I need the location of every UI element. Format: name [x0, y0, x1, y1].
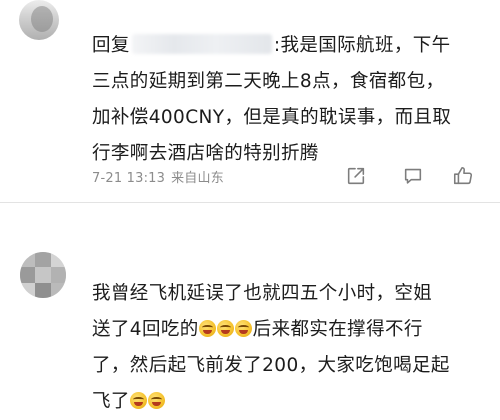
- avatar[interactable]: [20, 252, 66, 298]
- laughing-emoji-icon: [216, 320, 234, 337]
- avatar[interactable]: [19, 0, 59, 40]
- laughing-emoji-icon: [129, 392, 147, 409]
- timestamp: 7-21 13:13: [92, 171, 166, 186]
- laughing-emoji-icon: [147, 392, 165, 409]
- line-text: 后来都实在撑得不行: [252, 319, 423, 340]
- comment-text: 我曾经飞机延误了也就四五个小时，空姐 送了4回吃的 后来都实在撑得不行 了，然后起…: [92, 276, 450, 420]
- laughing-emoji-icon: [198, 320, 216, 337]
- laughing-emoji-icon: [234, 320, 252, 337]
- reply-prefix: 回复: [92, 35, 130, 56]
- comment-line-1: 回复 :我是国际航班，下午: [92, 28, 451, 64]
- share-icon[interactable]: [345, 165, 367, 187]
- comment-line-1: 我曾经飞机延误了也就四五个小时，空姐: [92, 283, 433, 304]
- comment-line-4: 飞了: [92, 384, 450, 420]
- comment-item-1: 回复 :我是国际航班，下午 三点的延期到第二天晚上8点，食宿都包， 加补偿400C…: [0, 0, 500, 198]
- comment-icon[interactable]: [402, 165, 424, 187]
- comment-line-2: 送了4回吃的 后来都实在撑得不行: [92, 312, 450, 348]
- comment-line-3: 了，然后起飞前发了200，大家吃饱喝足起: [92, 355, 450, 376]
- location: 来自山东: [171, 171, 224, 186]
- comment-text: 回复 :我是国际航班，下午 三点的延期到第二天晚上8点，食宿都包， 加补偿400C…: [92, 28, 451, 172]
- line-text: 飞了: [92, 391, 130, 412]
- comment-meta: 7-21 13:13 来自山东: [92, 167, 224, 186]
- thumbs-up-icon[interactable]: [452, 165, 474, 187]
- comment-line-2: 三点的延期到第二天晚上8点，食宿都包，: [92, 71, 445, 92]
- reply-text: :我是国际航班，下午: [273, 35, 451, 56]
- comment-line-3: 加补偿400CNY，但是真的耽误事，而且取: [92, 107, 452, 128]
- line-text: 送了4回吃的: [92, 319, 199, 340]
- redacted-username: [131, 34, 272, 54]
